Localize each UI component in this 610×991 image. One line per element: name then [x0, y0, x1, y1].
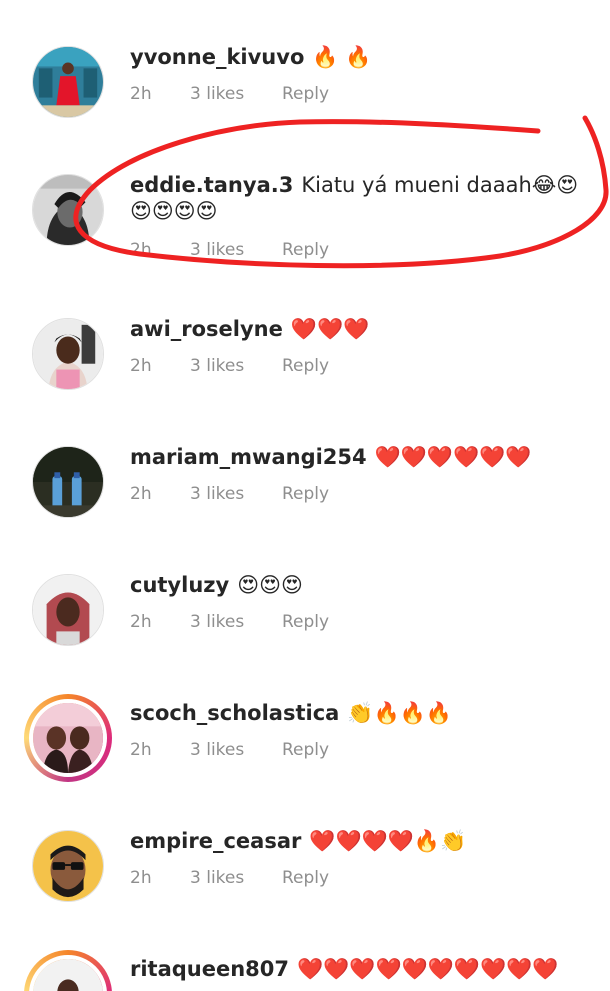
- comment-username[interactable]: awi_roselyne: [130, 317, 283, 341]
- comment-item: empire_ceasar ❤️❤️❤️❤️🔥👏 2h 3 likes Reply: [0, 784, 610, 912]
- water-bottles-avatar: [33, 447, 103, 517]
- woman-in-red-dress-avatar: [33, 47, 103, 117]
- avatar[interactable]: [24, 694, 112, 782]
- comment-meta: 2h 3 likes Reply: [130, 612, 329, 632]
- comment-likes[interactable]: 3 likes: [190, 84, 282, 104]
- man-with-sunglasses-avatar: [33, 831, 103, 901]
- comment-likes[interactable]: 3 likes: [190, 868, 282, 888]
- comment-text: mariam_mwangi254 ❤️❤️❤️❤️❤️❤️: [130, 444, 600, 470]
- comment-time: 2h: [130, 740, 152, 760]
- avatar[interactable]: [32, 46, 104, 118]
- comment-username[interactable]: empire_ceasar: [130, 829, 301, 853]
- comment-username[interactable]: cutyluzy: [130, 573, 229, 597]
- avatar[interactable]: [32, 574, 104, 646]
- avatar[interactable]: [32, 174, 104, 246]
- comment-likes[interactable]: 3 likes: [190, 356, 282, 376]
- comment-body: 👏🔥🔥🔥: [347, 701, 452, 725]
- comment-time: 2h: [130, 612, 152, 632]
- comment-likes[interactable]: 3 likes: [190, 740, 282, 760]
- comment-body: 😍😍😍: [237, 573, 303, 597]
- comment-meta: 2h 3 likes Reply: [130, 240, 329, 260]
- comment-item: awi_roselyne ❤️❤️❤️ 2h 3 likes Reply: [0, 272, 610, 400]
- comment-body: 🔥 🔥: [312, 45, 372, 69]
- comment-meta: 2h 3 likes Reply: [130, 84, 329, 104]
- comment-item: eddie.tanya.3 Kiatu yá mueni daaah😂😍😍😍😍😍 …: [0, 128, 610, 260]
- comment-time: 2h: [130, 356, 152, 376]
- reply-button[interactable]: Reply: [282, 740, 329, 760]
- comment-text: awi_roselyne ❤️❤️❤️: [130, 316, 600, 342]
- comment-text: empire_ceasar ❤️❤️❤️❤️🔥👏: [130, 828, 600, 854]
- comment-body: ❤️❤️❤️❤️❤️❤️: [374, 445, 532, 469]
- braided-hair-avatar: [33, 575, 103, 645]
- two-women-story-avatar: [33, 703, 103, 773]
- comment-likes[interactable]: 3 likes: [190, 484, 282, 504]
- woman-story-avatar: [33, 959, 103, 991]
- comment-item: cutyluzy 😍😍😍 2h 3 likes Reply: [0, 528, 610, 656]
- reply-button[interactable]: Reply: [282, 240, 329, 260]
- avatar[interactable]: [32, 830, 104, 902]
- comments-list: yvonne_kivuvo 🔥 🔥 2h 3 likes Reply eddie.…: [0, 0, 610, 991]
- reply-button[interactable]: Reply: [282, 484, 329, 504]
- reply-button[interactable]: Reply: [282, 356, 329, 376]
- avatar[interactable]: [32, 446, 104, 518]
- comment-text: ritaqueen807 ❤️❤️❤️❤️❤️❤️❤️❤️❤️❤️: [130, 956, 600, 982]
- comment-username[interactable]: ritaqueen807: [130, 957, 289, 981]
- reply-button[interactable]: Reply: [282, 84, 329, 104]
- comment-body: ❤️❤️❤️: [290, 317, 370, 341]
- comment-item: ritaqueen807 ❤️❤️❤️❤️❤️❤️❤️❤️❤️❤️: [0, 912, 610, 991]
- comment-time: 2h: [130, 484, 152, 504]
- comment-likes[interactable]: 3 likes: [190, 612, 282, 632]
- comment-time: 2h: [130, 240, 152, 260]
- comment-body: ❤️❤️❤️❤️❤️❤️❤️❤️❤️❤️: [297, 957, 559, 981]
- comment-item: yvonne_kivuvo 🔥 🔥 2h 3 likes Reply: [0, 0, 610, 128]
- comment-text: eddie.tanya.3 Kiatu yá mueni daaah😂😍😍😍😍😍: [130, 172, 600, 224]
- comment-item: scoch_scholastica 👏🔥🔥🔥 2h 3 likes Reply: [0, 656, 610, 784]
- avatar[interactable]: [24, 950, 112, 991]
- reply-button[interactable]: Reply: [282, 612, 329, 632]
- comment-item: mariam_mwangi254 ❤️❤️❤️❤️❤️❤️ 2h 3 likes …: [0, 400, 610, 528]
- reply-button[interactable]: Reply: [282, 868, 329, 888]
- comment-meta: 2h 3 likes Reply: [130, 868, 329, 888]
- comment-username[interactable]: scoch_scholastica: [130, 701, 339, 725]
- comment-meta: 2h 3 likes Reply: [130, 740, 329, 760]
- comment-username[interactable]: yvonne_kivuvo: [130, 45, 304, 69]
- woman-black-and-white-avatar: [33, 175, 103, 245]
- comment-username[interactable]: mariam_mwangi254: [130, 445, 367, 469]
- comment-username[interactable]: eddie.tanya.3: [130, 173, 293, 197]
- comment-text: yvonne_kivuvo 🔥 🔥: [130, 44, 600, 70]
- avatar[interactable]: [32, 318, 104, 390]
- comment-text: cutyluzy 😍😍😍: [130, 572, 600, 598]
- comment-body: ❤️❤️❤️❤️🔥👏: [309, 829, 467, 853]
- comment-time: 2h: [130, 868, 152, 888]
- comment-text: scoch_scholastica 👏🔥🔥🔥: [130, 700, 600, 726]
- woman-selfie-avatar: [33, 319, 103, 389]
- comment-likes[interactable]: 3 likes: [190, 240, 282, 260]
- comment-meta: 2h 3 likes Reply: [130, 356, 329, 376]
- comment-time: 2h: [130, 84, 152, 104]
- comment-meta: 2h 3 likes Reply: [130, 484, 329, 504]
